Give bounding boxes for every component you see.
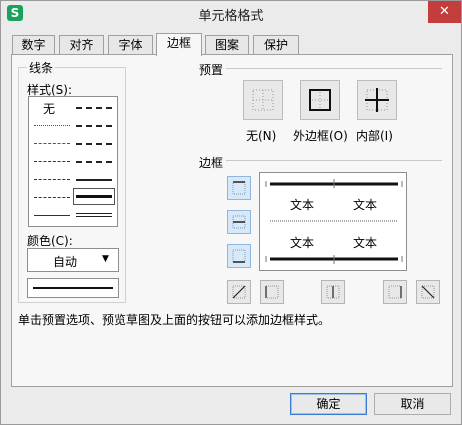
border-preview-drawing [265, 179, 403, 264]
preset-inside-icon [365, 88, 389, 112]
line-group-title: 线条 [27, 59, 56, 76]
preview-cell-text: 文本 [353, 236, 378, 250]
border-preview[interactable]: 文本 文本 文本 文本 [259, 172, 407, 271]
preset-none-button[interactable] [243, 80, 283, 120]
border-inside-vertical-icon [326, 285, 340, 299]
preset-outline-label: 外边框(O) [293, 129, 348, 143]
dialog-title: 单元格格式 [198, 9, 264, 24]
color-value: 自动 [53, 255, 78, 269]
line-preview-stroke [33, 287, 113, 289]
tab-font[interactable]: 字体 [108, 35, 153, 55]
preset-inside-button[interactable] [357, 80, 397, 120]
presets-separator [226, 68, 442, 69]
preset-outline-icon [309, 89, 331, 111]
line-style-dash-dot[interactable] [34, 179, 70, 180]
line-style-double[interactable] [76, 213, 112, 217]
border-top-icon [232, 181, 246, 195]
border-right-button[interactable] [383, 280, 407, 304]
preview-cell-text: 文本 [290, 236, 315, 250]
line-style-dotted[interactable] [34, 143, 70, 144]
border-inside-horizontal-icon [232, 215, 246, 229]
close-button[interactable]: ✕ [428, 1, 461, 23]
line-style-selected[interactable] [73, 188, 115, 205]
tab-number[interactable]: 数字 [12, 35, 55, 55]
border-right-icon [388, 285, 402, 299]
line-style-slant-dash-dot[interactable] [76, 125, 112, 127]
title-bar: S 单元格格式 ✕ [1, 1, 461, 27]
border-bottom-icon [232, 249, 246, 263]
line-style-hair[interactable] [34, 125, 70, 126]
diagonal-down-icon [421, 285, 435, 299]
color-label: 颜色(C): [27, 234, 73, 248]
selected-line-preview [27, 278, 119, 298]
tab-pattern[interactable]: 图案 [205, 35, 249, 55]
preset-none-icon [252, 89, 274, 111]
color-dropdown[interactable]: 自动 ▼ [27, 248, 119, 272]
border-left-button[interactable] [260, 280, 284, 304]
border-inside-vertical-button[interactable] [321, 280, 345, 304]
cancel-button[interactable]: 取消 [374, 393, 451, 415]
line-style-medium-dashed[interactable] [76, 161, 112, 163]
line-style-medium-dash-dot[interactable] [76, 143, 112, 145]
border-inside-horizontal-button[interactable] [227, 210, 251, 234]
diagonal-up-icon [232, 285, 246, 299]
border-diagonal-down-button[interactable] [416, 280, 440, 304]
line-style-medium[interactable] [76, 179, 112, 181]
tab-border[interactable]: 边框 [156, 33, 202, 56]
line-style-list[interactable]: 无 [28, 96, 118, 227]
preset-inside-label: 内部(I) [356, 129, 393, 143]
border-bottom-button[interactable] [227, 244, 251, 268]
border-title: 边框 [199, 156, 224, 170]
line-style-thin[interactable] [34, 215, 70, 216]
border-left-icon [265, 285, 279, 299]
border-top-button[interactable] [227, 176, 251, 200]
preview-cell-text: 文本 [290, 198, 315, 212]
line-style-thick [76, 195, 112, 198]
hint-text: 单击预置选项、预览草图及上面的按钮可以添加边框样式。 [18, 313, 331, 327]
line-style-none[interactable]: 无 [43, 100, 55, 117]
preview-cell-text: 文本 [353, 198, 378, 212]
presets-title: 预置 [199, 63, 224, 77]
border-diagonal-up-button[interactable] [227, 280, 251, 304]
line-style-dashed[interactable] [34, 197, 70, 198]
ok-button[interactable]: 确定 [290, 393, 367, 415]
preset-outline-button[interactable] [300, 80, 340, 120]
border-separator [226, 160, 442, 161]
chevron-down-icon: ▼ [102, 254, 109, 264]
tab-protection[interactable]: 保护 [253, 35, 299, 55]
line-style-dash-dot-dot[interactable] [34, 161, 70, 162]
line-style-medium-dash-dot-dot[interactable] [76, 107, 112, 109]
preset-none-label: 无(N) [246, 129, 277, 143]
dialog-window: S 单元格格式 ✕ 数字 对齐 字体 边框 图案 保护 线条 样式(S): 无 … [0, 0, 462, 425]
tab-alignment[interactable]: 对齐 [59, 35, 104, 55]
